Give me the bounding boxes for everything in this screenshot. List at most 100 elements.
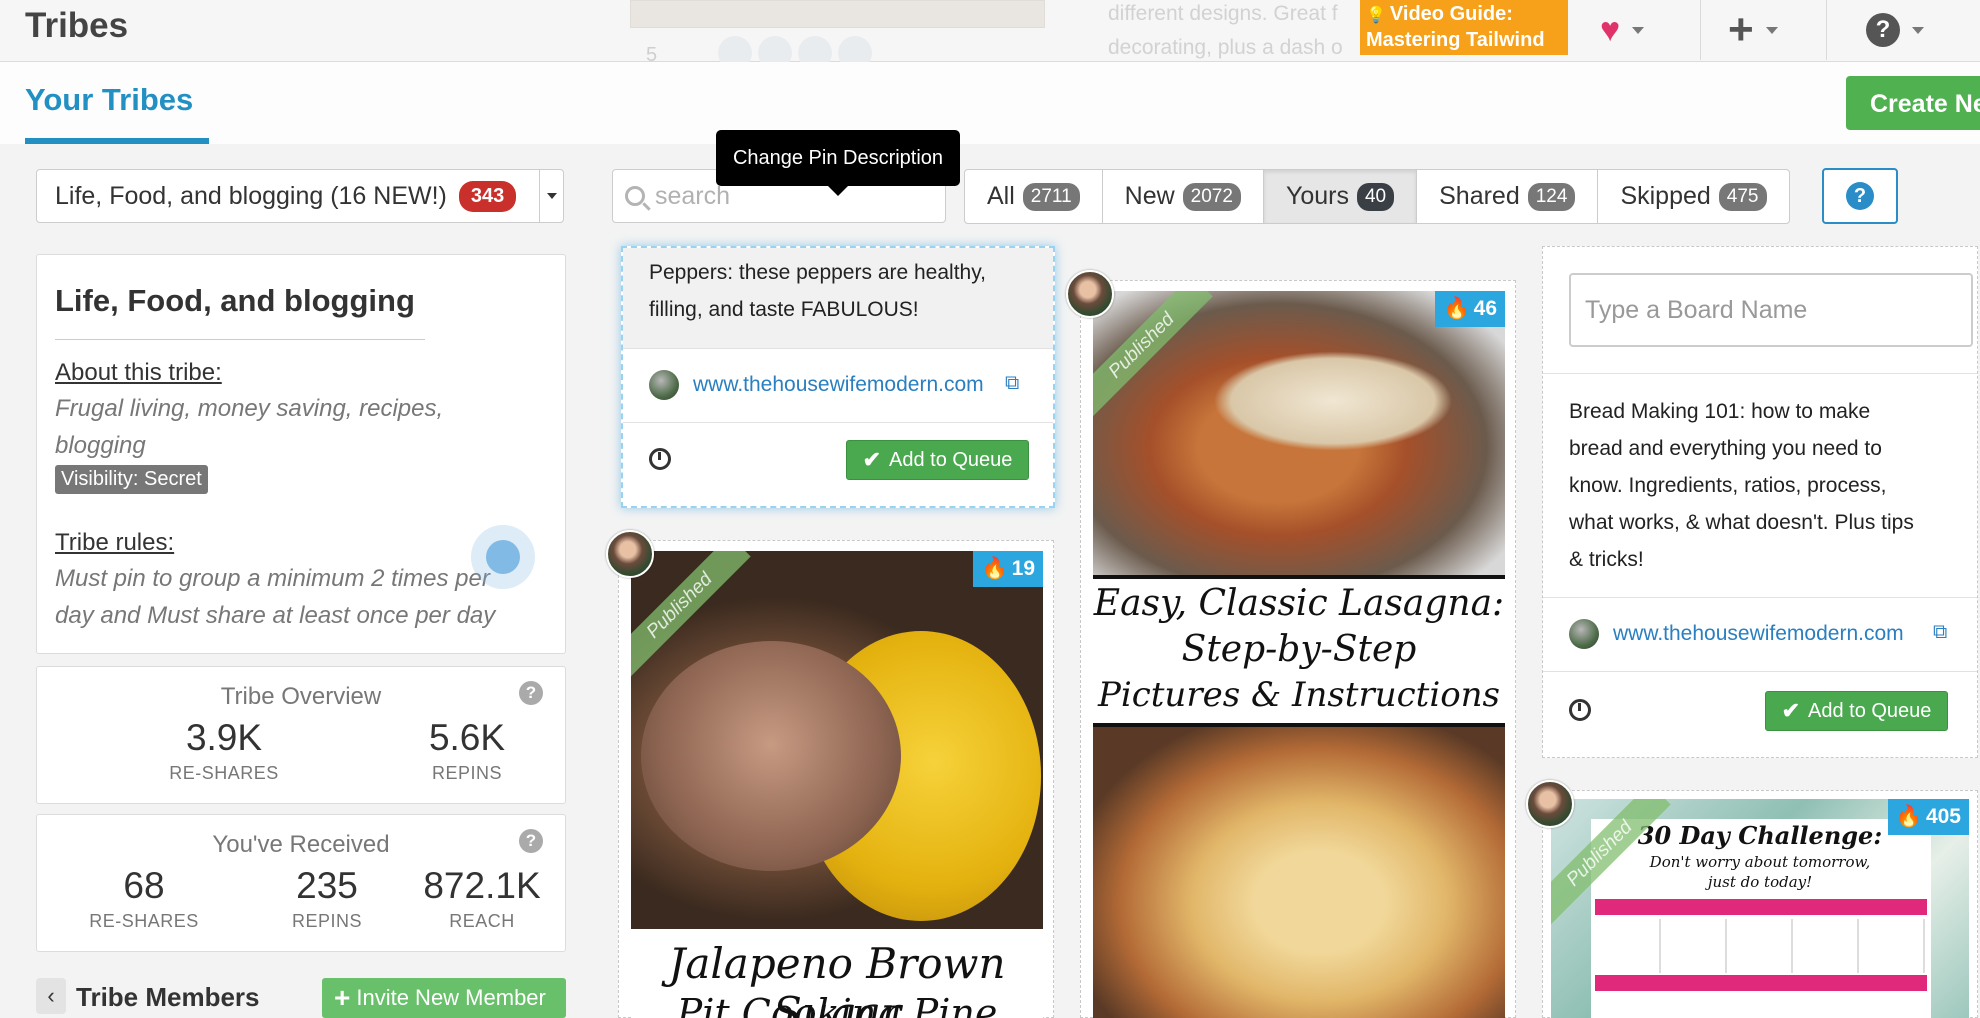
create-new-button[interactable]: Create Ne xyxy=(1846,76,1980,130)
app-title: Tribes xyxy=(25,6,129,45)
about-text: Frugal living, money saving, recipes, bl… xyxy=(55,395,444,459)
rules-label: Tribe rules: xyxy=(55,529,175,556)
pin-source[interactable]: www.thehousewifemodern.com xyxy=(1569,619,1904,649)
flame-icon: 🔥 xyxy=(1895,805,1922,828)
pin-description: Peppers: these peppers are healthy, xyxy=(649,261,986,284)
flame-icon: 🔥 xyxy=(981,557,1008,580)
background-text: different designs. Great f xyxy=(1108,2,1338,25)
filter-skipped[interactable]: Skipped 475 xyxy=(1598,170,1788,223)
filter-group: All 2711 New 2072 Yours 40 Shared 124 Sk… xyxy=(964,169,1790,224)
filter-new[interactable]: New 2072 xyxy=(1103,170,1264,223)
pin-title: Easy, Classic Lasagna: xyxy=(1093,583,1505,624)
help-icon[interactable]: ? xyxy=(519,829,543,853)
add-to-queue-button[interactable]: ✔ Add to Queue xyxy=(1765,691,1948,731)
check-icon: ✔ xyxy=(1781,698,1800,723)
clock-icon[interactable] xyxy=(649,448,671,470)
pin-popularity-badge: 🔥 405 xyxy=(1887,799,1969,835)
filter-shared[interactable]: Shared 124 xyxy=(1417,170,1599,223)
external-link-icon[interactable]: ⧉ xyxy=(1933,621,1947,644)
pin-title: Pit Cooking Pine xyxy=(676,991,998,1018)
stat-value: 68 xyxy=(123,865,165,906)
queue-label: Add to Queue xyxy=(889,448,1013,471)
tribe-count-badge: 343 xyxy=(458,180,517,212)
pin-card-peppers[interactable]: Peppers: these peppers are healthy, fill… xyxy=(621,246,1055,508)
pin-count: 405 xyxy=(1925,805,1961,828)
invite-label: Invite New Member xyxy=(356,985,546,1010)
user-avatar[interactable] xyxy=(606,530,654,578)
clock-icon[interactable] xyxy=(1569,699,1591,721)
overview-reshares: 3.9K RE-SHARES xyxy=(149,717,299,784)
pin-card-jalapeno[interactable]: Published 🔥 19 Jalapeno Brown Sugar Pit … xyxy=(618,540,1054,1018)
invite-member-button[interactable]: + Invite New Member xyxy=(322,978,566,1018)
dropdown-caret-icon[interactable] xyxy=(539,170,563,222)
received-repins: 235 REPINS xyxy=(257,865,397,932)
tribe-overview-panel: Tribe Overview ? 3.9K RE-SHARES 5.6K REP… xyxy=(36,666,566,804)
pin-count: 19 xyxy=(1011,557,1035,580)
filter-yours[interactable]: Yours 40 xyxy=(1263,170,1418,223)
help-button[interactable]: ? xyxy=(1822,168,1898,224)
tooltip: Change Pin Description xyxy=(716,130,960,196)
filter-label: New xyxy=(1124,182,1175,210)
tribe-members-row: ‹ Tribe Members + Invite New Member xyxy=(36,978,566,1018)
site-avatar xyxy=(1569,619,1599,649)
stat-value: 235 xyxy=(296,865,358,906)
stat-label: REPINS xyxy=(291,911,363,931)
question-icon: ? xyxy=(1866,13,1900,47)
received-panel: You've Received ? 68 RE-SHARES 235 REPIN… xyxy=(36,814,566,952)
chevron-down-icon xyxy=(1632,26,1645,34)
user-avatar[interactable] xyxy=(1066,270,1114,318)
queue-label: Add to Queue xyxy=(1808,699,1932,722)
cursor-indicator xyxy=(471,525,535,589)
stat-value: 5.6K xyxy=(428,717,506,758)
favorites-menu[interactable]: ♥ xyxy=(1600,0,1645,60)
members-title: Tribe Members xyxy=(76,982,260,1012)
chevron-left-icon[interactable]: ‹ xyxy=(36,978,66,1014)
chevron-down-icon xyxy=(1765,26,1778,34)
tab-your-tribes[interactable]: Your Tribes xyxy=(25,82,193,118)
top-bar: Tribes 5 different designs. Great f deco… xyxy=(0,0,1980,70)
divider xyxy=(55,339,425,340)
check-icon: ✔ xyxy=(862,447,881,472)
external-link-icon[interactable]: ⧉ xyxy=(1005,372,1019,395)
filter-count: 40 xyxy=(1356,182,1395,211)
overview-title: Tribe Overview xyxy=(220,683,382,710)
pin-card-challenge[interactable]: 30 Day Challenge: Don't worry about tomo… xyxy=(1542,790,1978,1018)
pin-title-area: Jalapeno Brown Sugar Pit Cooking Pine xyxy=(631,929,1043,1018)
site-link[interactable]: www.thehousewifemodern.com xyxy=(1613,622,1904,646)
help-icon[interactable]: ? xyxy=(519,681,543,705)
lightbulb-icon: 💡 xyxy=(1366,7,1386,24)
filter-count: 475 xyxy=(1718,182,1767,211)
rules-text: Must pin to group a minimum 2 times per … xyxy=(55,565,496,629)
background-pin-thumbnail xyxy=(630,0,1045,28)
about-label: About this tribe: xyxy=(55,359,222,386)
pin-title: Step-by-Step xyxy=(1181,629,1417,670)
tabs-bar xyxy=(0,62,1980,144)
tribe-select[interactable]: Life, Food, and blogging (16 NEW!) 343 xyxy=(36,169,564,223)
pin-source[interactable]: www.thehousewifemodern.com xyxy=(649,370,984,400)
filter-label: Shared xyxy=(1439,182,1520,210)
question-icon: ? xyxy=(1846,182,1874,210)
filter-all[interactable]: All 2711 xyxy=(965,170,1103,223)
tribe-info-panel: Life, Food, and blogging About this trib… xyxy=(36,254,566,654)
board-name-input[interactable] xyxy=(1569,273,1973,347)
background-avatar-row xyxy=(718,36,938,70)
filter-label: Yours xyxy=(1285,182,1349,210)
received-title: You've Received xyxy=(212,831,390,858)
pin-card-bread[interactable]: Bread Making 101: how to make bread and … xyxy=(1542,246,1978,758)
pin-description: what works, & what doesn't. Plus tips xyxy=(1569,511,1914,534)
heart-icon: ♥ xyxy=(1600,10,1621,49)
add-menu[interactable]: + xyxy=(1728,0,1778,60)
pin-image: Published 🔥 46 xyxy=(1093,291,1505,575)
pin-count: 46 xyxy=(1473,297,1497,320)
stat-label: RE-SHARES xyxy=(89,911,199,931)
background-text: decorating, plus a dash o xyxy=(1108,36,1343,59)
received-reach: 872.1K REACH xyxy=(407,865,557,932)
help-menu[interactable]: ? xyxy=(1866,0,1924,60)
user-avatar[interactable] xyxy=(1526,780,1574,828)
pin-card-lasagna[interactable]: Published 🔥 46 Easy, Classic Lasagna: St… xyxy=(1080,280,1516,1018)
video-guide-line2: Mastering Tailwind xyxy=(1366,29,1545,51)
site-link[interactable]: www.thehousewifemodern.com xyxy=(693,373,984,397)
add-to-queue-button[interactable]: ✔ Add to Queue xyxy=(846,440,1029,480)
video-guide-button[interactable]: 💡 Video Guide: Mastering Tailwind xyxy=(1360,0,1568,55)
tribe-select-label: Life, Food, and blogging (16 NEW!) xyxy=(55,181,447,210)
